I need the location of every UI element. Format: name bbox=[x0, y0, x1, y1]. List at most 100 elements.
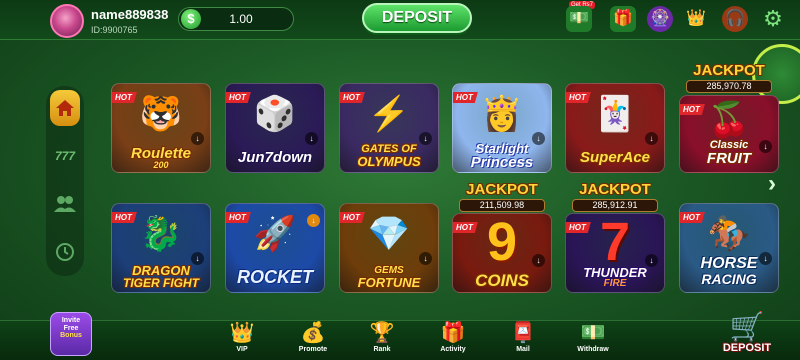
sidebar-item-history[interactable] bbox=[50, 234, 80, 270]
game-tile-gems-fortune[interactable]: 💎 HOT ↓ GEMS FORTUNE bbox=[339, 203, 439, 293]
dragon-art-icon: 🐉 bbox=[139, 215, 183, 253]
hot-badge: HOT bbox=[566, 222, 591, 233]
jackpot-title: JACKPOT bbox=[466, 181, 538, 198]
game-title: DRAGON TIGER FIGHT bbox=[112, 264, 210, 289]
sidebar-item-players[interactable] bbox=[50, 186, 80, 222]
bottom-nav-rank[interactable]: 🏆 Rank bbox=[354, 320, 410, 360]
hot-badge: HOT bbox=[226, 212, 251, 223]
game-tile-jun7down[interactable]: 🎲 HOT ↓ Jun7down bbox=[225, 83, 325, 173]
jackpot-banner: JACKPOT 285,970.78 bbox=[679, 62, 779, 93]
game-tile-starlight-princess[interactable]: 👸 HOT ↓ Starlight Princess bbox=[452, 83, 552, 173]
game-title: Jun7down bbox=[226, 150, 324, 165]
rocket-art-icon: 🚀 bbox=[253, 215, 297, 253]
game-title: ROCKET bbox=[226, 268, 324, 286]
shopping-cart-icon: 🛒 bbox=[729, 311, 765, 342]
lucky-wheel-icon[interactable]: 🎡 bbox=[647, 6, 673, 32]
jackpot-banner: JACKPOT 285,912.91 bbox=[565, 181, 665, 212]
horse-rider-art-icon: 🏇 bbox=[707, 215, 751, 253]
game-title: SuperAce bbox=[566, 150, 664, 165]
game-title-sub: TIGER FIGHT bbox=[123, 276, 199, 290]
hot-badge: HOT bbox=[453, 222, 478, 233]
invite-bonus-button[interactable]: Invite Free Bonus bbox=[50, 312, 92, 356]
jackpot-value: 285,970.78 bbox=[686, 80, 772, 93]
trophy-icon: 🏆 bbox=[369, 322, 395, 344]
game-tile-dragon-tiger-fight[interactable]: 🐉 HOT ↓ DRAGON TIGER FIGHT bbox=[111, 203, 211, 293]
events-icon[interactable]: 👑 bbox=[683, 6, 709, 32]
game-title-main: Jun7down bbox=[237, 149, 313, 166]
game-title: Starlight Princess bbox=[453, 142, 551, 170]
bottom-nav-withdraw[interactable]: 💵 Withdraw bbox=[565, 320, 621, 360]
history-icon bbox=[56, 243, 74, 261]
invite-line-2: Free bbox=[63, 324, 79, 332]
download-icon[interactable]: ↓ bbox=[419, 252, 432, 265]
download-icon[interactable]: ↓ bbox=[645, 132, 658, 145]
game-tile-rocket[interactable]: 🚀 HOT ↓ ROCKET bbox=[225, 203, 325, 293]
avatar[interactable] bbox=[50, 4, 84, 38]
jackpot-title: JACKPOT bbox=[693, 62, 765, 79]
bottom-nav-label: Withdraw bbox=[577, 346, 609, 353]
hot-badge: HOT bbox=[340, 92, 365, 103]
zeus-art-icon: ⚡ bbox=[367, 95, 411, 133]
hot-badge: HOT bbox=[680, 104, 705, 115]
bottom-nav-vip[interactable]: 👑 VIP bbox=[214, 320, 270, 360]
scroll-right-arrow-icon[interactable]: › bbox=[762, 170, 782, 198]
settings-gear-icon[interactable]: ⚙ bbox=[760, 6, 786, 32]
balance-amount: 1.00 bbox=[229, 12, 253, 26]
game-title-sub: FORTUNE bbox=[357, 275, 421, 290]
game-title-main: ROCKET bbox=[237, 267, 313, 287]
bottom-nav-label: VIP bbox=[236, 346, 248, 353]
download-icon[interactable]: ↓ bbox=[191, 132, 204, 145]
support-agent-icon[interactable]: 🎧 bbox=[722, 6, 748, 32]
hot-badge: HOT bbox=[340, 212, 365, 223]
download-icon[interactable]: ↓ bbox=[532, 254, 545, 267]
game-title: GATES OF OLYMPUS bbox=[340, 144, 438, 169]
mailbox-icon: 📮 bbox=[510, 322, 536, 344]
hot-badge: HOT bbox=[112, 212, 137, 223]
game-tile-gates-of-olympus[interactable]: ⚡ HOT ↓ GATES OF OLYMPUS bbox=[339, 83, 439, 173]
download-icon[interactable]: ↓ bbox=[305, 132, 318, 145]
jackpot-value: 285,912.91 bbox=[572, 199, 658, 212]
game-title-sub: Princess bbox=[470, 154, 534, 171]
nine-art-icon: 9 bbox=[486, 213, 518, 272]
game-title: HORSE RACING bbox=[680, 256, 778, 287]
game-title: GEMS FORTUNE bbox=[340, 266, 438, 290]
dice-art-icon: 🎲 bbox=[253, 95, 297, 133]
invite-line-1: Invite bbox=[61, 317, 81, 324]
jackpot-banner: JACKPOT 211,509.98 bbox=[452, 181, 552, 212]
sidebar-item-slots[interactable]: 777 bbox=[50, 138, 80, 174]
game-tile-horse-racing[interactable]: 🏇 HOT ↓ HORSE RACING bbox=[679, 203, 779, 293]
user-id: ID:9900765 bbox=[91, 25, 138, 35]
download-icon[interactable]: ↓ bbox=[307, 214, 320, 227]
princess-art-icon: 👸 bbox=[480, 95, 524, 133]
gift-activity-icon: 🎁 bbox=[440, 322, 466, 344]
game-title-sub: FIRE bbox=[603, 278, 627, 289]
game-tile-9-coins[interactable]: 9 HOT ↓ COINS bbox=[452, 213, 552, 293]
game-tile-roulette[interactable]: 🐯 HOT ↓ Roulette 200 bbox=[111, 83, 211, 173]
balance-display[interactable]: $ 1.00 bbox=[178, 7, 294, 31]
deposit-bottom-button[interactable]: 🛒 DEPOSIT bbox=[716, 312, 778, 358]
game-title-sub: FRUIT bbox=[706, 150, 752, 167]
jester-crown-art-icon: 🃏 bbox=[593, 95, 637, 133]
deposit-button[interactable]: DEPOSIT bbox=[362, 3, 472, 33]
dollar-coin-icon: $ bbox=[181, 9, 201, 29]
sidebar-item-home[interactable] bbox=[50, 90, 80, 126]
username: name889838 bbox=[91, 7, 169, 22]
deposit-bottom-label: DEPOSIT bbox=[722, 342, 772, 354]
hot-badge: HOT bbox=[453, 92, 478, 103]
game-title-sub: RACING bbox=[701, 271, 757, 287]
bottom-nav-activity[interactable]: 🎁 Activity bbox=[425, 320, 481, 360]
hot-badge: HOT bbox=[112, 92, 137, 103]
withdraw-arrow-icon: 💵 bbox=[580, 322, 606, 344]
game-tile-super-ace[interactable]: 🃏 HOT ↓ SuperAce bbox=[565, 83, 665, 173]
bottom-nav-promote[interactable]: 💰 Promote bbox=[285, 320, 341, 360]
gift-box-icon[interactable]: 🎁 bbox=[610, 6, 636, 32]
game-tile-classic-fruit[interactable]: 🍒 HOT ↓ Classic FRUIT bbox=[679, 95, 779, 173]
cash-gift-icon[interactable]: 💵 bbox=[566, 6, 592, 32]
game-title-main: SuperAce bbox=[579, 149, 651, 166]
home-icon bbox=[56, 100, 74, 116]
game-tile-thunder-fire[interactable]: 7 HOT ↓ THUNDER FIRE bbox=[565, 213, 665, 293]
bottom-nav-mail[interactable]: 📮 Mail bbox=[495, 320, 551, 360]
bottom-nav-label: Activity bbox=[440, 346, 466, 353]
category-sidebar: 777 bbox=[46, 86, 84, 276]
crown-icon: 👑 bbox=[229, 322, 255, 344]
